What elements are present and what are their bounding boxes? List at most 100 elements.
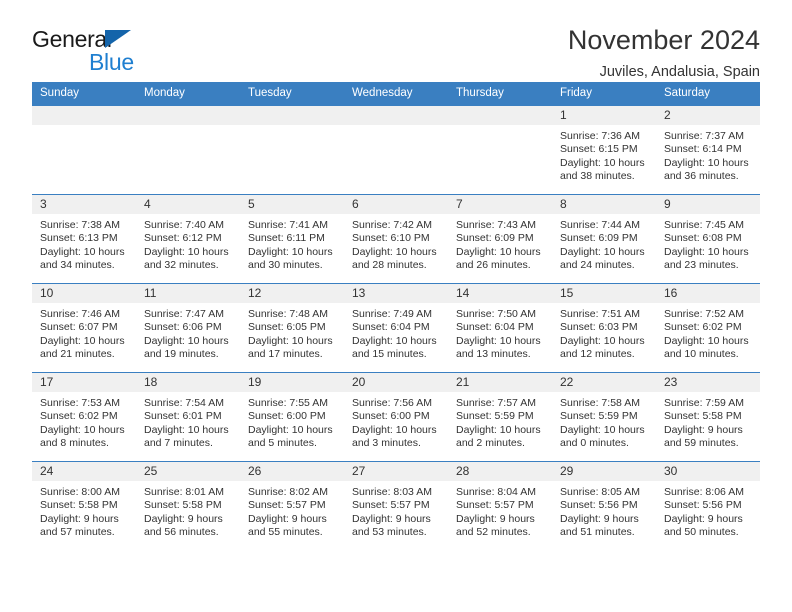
day-cell[interactable]: 6 Sunrise: 7:42 AM Sunset: 6:10 PM Dayli… — [344, 195, 448, 283]
day-cell[interactable]: 30 Sunrise: 8:06 AM Sunset: 5:56 PM Dayl… — [656, 462, 760, 550]
sunset-text: Sunset: 6:12 PM — [144, 232, 222, 245]
day-cell[interactable]: 1 Sunrise: 7:36 AM Sunset: 6:15 PM Dayli… — [552, 106, 656, 194]
sunrise-text: Sunrise: 8:05 AM — [560, 486, 640, 498]
day-cell[interactable]: 4 Sunrise: 7:40 AM Sunset: 6:12 PM Dayli… — [136, 195, 240, 283]
day-number: 11 — [136, 284, 240, 303]
daylight-text-line2: and 17 minutes. — [248, 348, 323, 361]
day-number: 19 — [240, 373, 344, 392]
calendar-week-row: 10 Sunrise: 7:46 AM Sunset: 6:07 PM Dayl… — [32, 283, 760, 372]
day-number: 23 — [656, 373, 760, 392]
day-number: 1 — [552, 106, 656, 125]
weekday-header-row: Sunday Monday Tuesday Wednesday Thursday… — [32, 82, 760, 105]
brand-logo[interactable]: General Blue — [32, 26, 232, 80]
sunrise-text: Sunrise: 7:43 AM — [456, 219, 536, 231]
daylight-text-line2: and 13 minutes. — [456, 348, 531, 361]
sunset-text: Sunset: 5:59 PM — [456, 410, 534, 423]
daylight-text-line2: and 12 minutes. — [560, 348, 635, 361]
sunrise-text: Sunrise: 7:56 AM — [352, 397, 432, 409]
title-block: November 2024 Juviles, Andalusia, Spain — [568, 26, 760, 81]
daylight-text-line2: and 32 minutes. — [144, 259, 219, 272]
daylight-text-line2: and 26 minutes. — [456, 259, 531, 272]
daylight-text-line2: and 57 minutes. — [40, 526, 115, 539]
daylight-text-line2: and 19 minutes. — [144, 348, 219, 361]
day-number: 27 — [344, 462, 448, 481]
daylight-text-line1: Daylight: 10 hours — [352, 245, 437, 258]
day-cell[interactable]: 26 Sunrise: 8:02 AM Sunset: 5:57 PM Dayl… — [240, 462, 344, 550]
day-cell[interactable]: 20 Sunrise: 7:56 AM Sunset: 6:00 PM Dayl… — [344, 373, 448, 461]
day-details: Sunrise: 8:06 AM Sunset: 5:56 PM Dayligh… — [656, 481, 760, 540]
sunrise-text: Sunrise: 8:02 AM — [248, 486, 328, 498]
weekday-header-tuesday: Tuesday — [248, 87, 292, 99]
day-cell[interactable]: 7 Sunrise: 7:43 AM Sunset: 6:09 PM Dayli… — [448, 195, 552, 283]
day-cell[interactable]: 11 Sunrise: 7:47 AM Sunset: 6:06 PM Dayl… — [136, 284, 240, 372]
day-number: 16 — [656, 284, 760, 303]
day-details: Sunrise: 8:01 AM Sunset: 5:58 PM Dayligh… — [136, 481, 240, 540]
sunrise-text: Sunrise: 7:53 AM — [40, 397, 120, 409]
day-cell[interactable]: 13 Sunrise: 7:49 AM Sunset: 6:04 PM Dayl… — [344, 284, 448, 372]
day-cell[interactable]: 2 Sunrise: 7:37 AM Sunset: 6:14 PM Dayli… — [656, 106, 760, 194]
day-details: Sunrise: 7:52 AM Sunset: 6:02 PM Dayligh… — [656, 303, 760, 362]
day-cell[interactable]: 28 Sunrise: 8:04 AM Sunset: 5:57 PM Dayl… — [448, 462, 552, 550]
day-cell[interactable] — [136, 106, 240, 194]
weekday-header-sunday: Sunday — [40, 87, 80, 99]
day-details: Sunrise: 7:37 AM Sunset: 6:14 PM Dayligh… — [656, 125, 760, 184]
sunrise-text: Sunrise: 7:54 AM — [144, 397, 224, 409]
day-details: Sunrise: 7:55 AM Sunset: 6:00 PM Dayligh… — [240, 392, 344, 451]
day-details — [32, 125, 136, 130]
day-cell[interactable]: 27 Sunrise: 8:03 AM Sunset: 5:57 PM Dayl… — [344, 462, 448, 550]
day-number: 26 — [240, 462, 344, 481]
day-cell[interactable] — [32, 106, 136, 194]
day-details: Sunrise: 8:05 AM Sunset: 5:56 PM Dayligh… — [552, 481, 656, 540]
day-cell[interactable]: 9 Sunrise: 7:45 AM Sunset: 6:08 PM Dayli… — [656, 195, 760, 283]
day-cell[interactable]: 5 Sunrise: 7:41 AM Sunset: 6:11 PM Dayli… — [240, 195, 344, 283]
sunset-text: Sunset: 5:59 PM — [560, 410, 638, 423]
daylight-text-line2: and 52 minutes. — [456, 526, 531, 539]
sunrise-text: Sunrise: 7:50 AM — [456, 308, 536, 320]
daylight-text-line1: Daylight: 10 hours — [40, 245, 125, 258]
day-cell[interactable]: 17 Sunrise: 7:53 AM Sunset: 6:02 PM Dayl… — [32, 373, 136, 461]
day-number: 12 — [240, 284, 344, 303]
day-cell[interactable]: 16 Sunrise: 7:52 AM Sunset: 6:02 PM Dayl… — [656, 284, 760, 372]
day-cell[interactable]: 29 Sunrise: 8:05 AM Sunset: 5:56 PM Dayl… — [552, 462, 656, 550]
sunset-text: Sunset: 5:57 PM — [248, 499, 326, 512]
day-cell[interactable]: 14 Sunrise: 7:50 AM Sunset: 6:04 PM Dayl… — [448, 284, 552, 372]
day-cell[interactable] — [240, 106, 344, 194]
day-cell[interactable]: 15 Sunrise: 7:51 AM Sunset: 6:03 PM Dayl… — [552, 284, 656, 372]
day-cell[interactable] — [344, 106, 448, 194]
day-cell[interactable]: 21 Sunrise: 7:57 AM Sunset: 5:59 PM Dayl… — [448, 373, 552, 461]
sunrise-text: Sunrise: 7:46 AM — [40, 308, 120, 320]
brand-word-blue: Blue — [89, 49, 134, 75]
day-cell[interactable]: 25 Sunrise: 8:01 AM Sunset: 5:58 PM Dayl… — [136, 462, 240, 550]
day-number — [240, 106, 344, 125]
sunrise-text: Sunrise: 7:40 AM — [144, 219, 224, 231]
day-cell[interactable]: 23 Sunrise: 7:59 AM Sunset: 5:58 PM Dayl… — [656, 373, 760, 461]
day-cell[interactable]: 24 Sunrise: 8:00 AM Sunset: 5:58 PM Dayl… — [32, 462, 136, 550]
daylight-text-line2: and 55 minutes. — [248, 526, 323, 539]
sunset-text: Sunset: 6:04 PM — [456, 321, 534, 334]
day-cell[interactable]: 10 Sunrise: 7:46 AM Sunset: 6:07 PM Dayl… — [32, 284, 136, 372]
day-cell[interactable]: 18 Sunrise: 7:54 AM Sunset: 6:01 PM Dayl… — [136, 373, 240, 461]
day-cell[interactable]: 12 Sunrise: 7:48 AM Sunset: 6:05 PM Dayl… — [240, 284, 344, 372]
sunset-text: Sunset: 5:57 PM — [456, 499, 534, 512]
daylight-text-line2: and 59 minutes. — [664, 437, 739, 450]
daylight-text-line2: and 23 minutes. — [664, 259, 739, 272]
day-cell[interactable]: 19 Sunrise: 7:55 AM Sunset: 6:00 PM Dayl… — [240, 373, 344, 461]
page-subtitle: Juviles, Andalusia, Spain — [599, 64, 760, 81]
day-number: 10 — [32, 284, 136, 303]
day-cell[interactable] — [448, 106, 552, 194]
day-details: Sunrise: 8:04 AM Sunset: 5:57 PM Dayligh… — [448, 481, 552, 540]
day-cell[interactable]: 22 Sunrise: 7:58 AM Sunset: 5:59 PM Dayl… — [552, 373, 656, 461]
day-details: Sunrise: 8:03 AM Sunset: 5:57 PM Dayligh… — [344, 481, 448, 540]
day-number — [32, 106, 136, 125]
daylight-text-line1: Daylight: 10 hours — [40, 423, 125, 436]
day-cell[interactable]: 3 Sunrise: 7:38 AM Sunset: 6:13 PM Dayli… — [32, 195, 136, 283]
sunrise-text: Sunrise: 7:57 AM — [456, 397, 536, 409]
daylight-text-line1: Daylight: 9 hours — [560, 512, 639, 525]
daylight-text-line1: Daylight: 10 hours — [352, 334, 437, 347]
sunset-text: Sunset: 6:07 PM — [40, 321, 118, 334]
day-cell[interactable]: 8 Sunrise: 7:44 AM Sunset: 6:09 PM Dayli… — [552, 195, 656, 283]
day-number — [344, 106, 448, 125]
sunset-text: Sunset: 6:08 PM — [664, 232, 742, 245]
daylight-text-line1: Daylight: 10 hours — [456, 245, 541, 258]
sunrise-text: Sunrise: 7:49 AM — [352, 308, 432, 320]
